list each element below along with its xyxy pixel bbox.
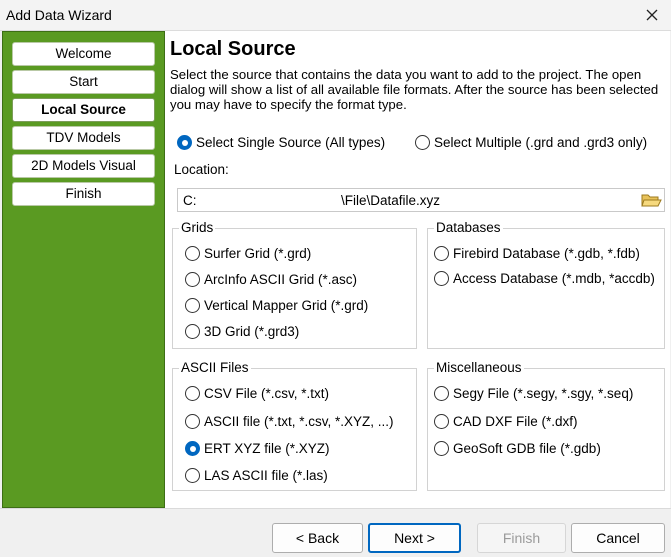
radio-indicator (177, 135, 192, 150)
page-title: Local Source (170, 38, 296, 60)
radio-access-database[interactable]: Access Database (*.mdb, *accdb) (434, 271, 655, 286)
radio-indicator (185, 246, 200, 261)
location-drive: C: (183, 193, 197, 208)
radio-indicator (185, 386, 200, 401)
radio-vertical-mapper-grid[interactable]: Vertical Mapper Grid (*.grd) (185, 298, 368, 313)
window-title: Add Data Wizard (6, 7, 112, 23)
close-icon[interactable] (639, 3, 665, 27)
radio-label: Vertical Mapper Grid (*.grd) (204, 298, 369, 313)
button-bar: < Back Next > Finish Cancel (0, 508, 671, 557)
radio-indicator (185, 468, 200, 483)
ascii-files-group-title: ASCII Files (179, 360, 251, 375)
cancel-button[interactable]: Cancel (571, 523, 665, 553)
radio-indicator (185, 298, 200, 313)
radio-geosoft-gdb-file[interactable]: GeoSoft GDB file (*.gdb) (434, 441, 601, 456)
databases-group: Databases Firebird Database (*.gdb, *.fd… (427, 220, 665, 349)
page-description: Select the source that contains the data… (170, 67, 659, 112)
radio-firebird-database[interactable]: Firebird Database (*.gdb, *.fdb) (434, 246, 640, 261)
radio-indicator (185, 441, 200, 456)
radio-label: Firebird Database (*.gdb, *.fdb) (453, 246, 640, 261)
radio-indicator (434, 441, 449, 456)
miscellaneous-group: Miscellaneous Segy File (*.segy, *.sgy, … (427, 360, 665, 491)
next-button[interactable]: Next > (368, 523, 461, 553)
radio-indicator (434, 271, 449, 286)
grids-group: Grids Surfer Grid (*.grd) ArcInfo ASCII … (172, 220, 417, 349)
content-panel: Local Source Select the source that cont… (165, 31, 670, 508)
folder-open-icon[interactable] (640, 190, 662, 210)
radio-label: ASCII file (*.txt, *.csv, *.XYZ, ...) (204, 414, 394, 429)
radio-indicator (434, 386, 449, 401)
radio-cad-dxf-file[interactable]: CAD DXF File (*.dxf) (434, 414, 578, 429)
radio-label: CSV File (*.csv, *.txt) (204, 386, 330, 401)
radio-arcinfo-ascii-grid[interactable]: ArcInfo ASCII Grid (*.asc) (185, 272, 357, 287)
radio-label: GeoSoft GDB file (*.gdb) (453, 441, 601, 456)
step-welcome[interactable]: Welcome (12, 42, 155, 66)
step-2d-models-visual[interactable]: 2D Models Visual (12, 154, 155, 178)
title-bar: Add Data Wizard (0, 0, 671, 31)
radio-indicator (415, 135, 430, 150)
radio-label: ArcInfo ASCII Grid (*.asc) (204, 272, 358, 287)
radio-label: Segy File (*.segy, *.sgy, *.seq) (453, 386, 634, 401)
radio-surfer-grid[interactable]: Surfer Grid (*.grd) (185, 246, 311, 261)
ascii-files-group: ASCII Files CSV File (*.csv, *.txt) ASCI… (172, 360, 417, 491)
back-button[interactable]: < Back (272, 523, 363, 553)
grids-group-title: Grids (179, 220, 216, 235)
location-label: Location: (174, 162, 229, 177)
radio-csv-file[interactable]: CSV File (*.csv, *.txt) (185, 386, 329, 401)
radio-indicator (185, 414, 200, 429)
radio-label: 3D Grid (*.grd3) (204, 324, 300, 339)
finish-button[interactable]: Finish (477, 523, 566, 553)
radio-las-ascii-file[interactable]: LAS ASCII file (*.las) (185, 468, 328, 483)
databases-group-title: Databases (434, 220, 503, 235)
miscellaneous-group-title: Miscellaneous (434, 360, 524, 375)
step-local-source[interactable]: Local Source (12, 98, 155, 122)
radio-label: Surfer Grid (*.grd) (204, 246, 312, 261)
step-finish[interactable]: Finish (12, 182, 155, 206)
radio-label: Access Database (*.mdb, *accdb) (453, 271, 655, 286)
radio-indicator (185, 324, 200, 339)
radio-single-source[interactable]: Select Single Source (All types) (177, 135, 385, 150)
radio-indicator (185, 272, 200, 287)
wizard-steps-sidebar: Welcome Start Local Source TDV Models 2D… (2, 31, 165, 508)
step-start[interactable]: Start (12, 70, 155, 94)
radio-label: Select Single Source (All types) (196, 135, 386, 150)
radio-label: ERT XYZ file (*.XYZ) (204, 441, 330, 456)
radio-ascii-file[interactable]: ASCII file (*.txt, *.csv, *.XYZ, ...) (185, 414, 394, 429)
radio-label: CAD DXF File (*.dxf) (453, 414, 578, 429)
radio-multiple-source[interactable]: Select Multiple (.grd and .grd3 only) (415, 135, 647, 150)
radio-label: LAS ASCII file (*.las) (204, 468, 328, 483)
radio-3d-grid[interactable]: 3D Grid (*.grd3) (185, 324, 299, 339)
radio-indicator (434, 414, 449, 429)
step-tdv-models[interactable]: TDV Models (12, 126, 155, 150)
radio-segy-file[interactable]: Segy File (*.segy, *.sgy, *.seq) (434, 386, 633, 401)
radio-ert-xyz-file[interactable]: ERT XYZ file (*.XYZ) (185, 441, 330, 456)
location-path: \File\Datafile.xyz (341, 193, 441, 208)
location-input[interactable]: C: \File\Datafile.xyz (177, 188, 665, 212)
radio-indicator (434, 246, 449, 261)
radio-label: Select Multiple (.grd and .grd3 only) (434, 135, 648, 150)
